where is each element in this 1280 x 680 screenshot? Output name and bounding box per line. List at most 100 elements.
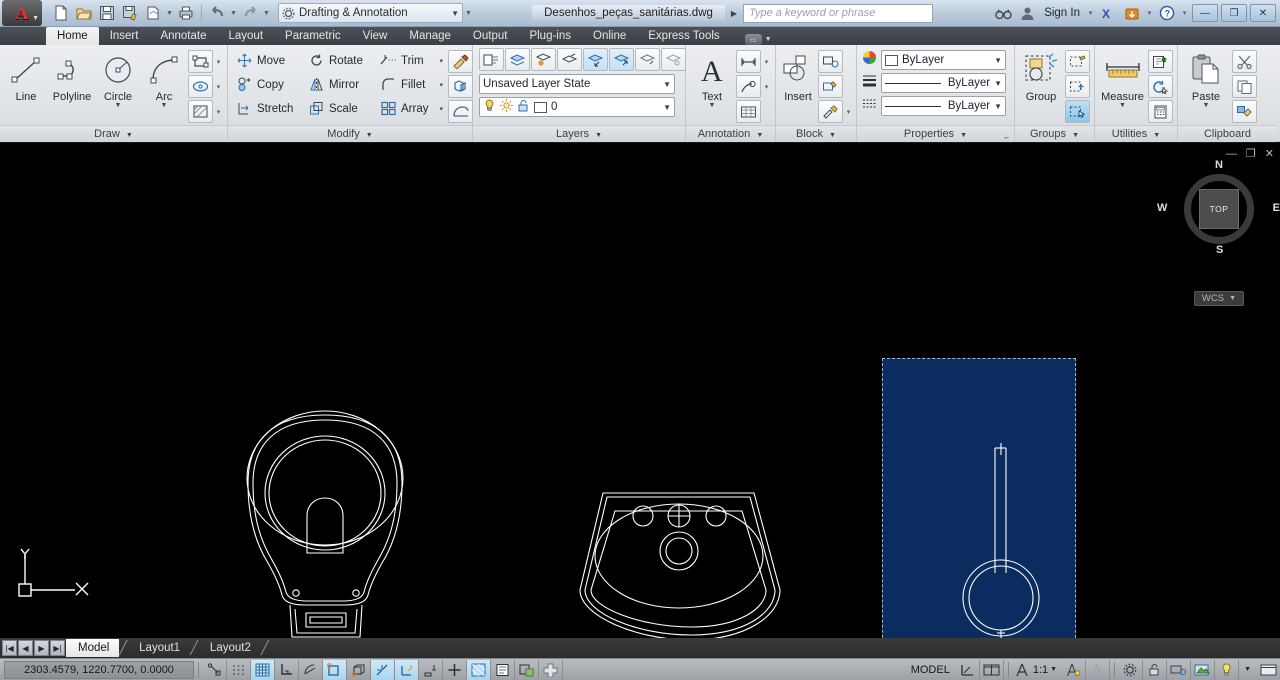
chevron-down-icon[interactable]: ▼ (1239, 666, 1256, 673)
cut-icon[interactable] (1232, 50, 1257, 73)
dynamic-input-icon[interactable] (443, 659, 467, 680)
color-swatch-icon[interactable] (534, 101, 547, 113)
chevron-down-icon[interactable]: ▾ (433, 57, 443, 65)
clipboard-paste-button[interactable]: Paste ▼ (1182, 48, 1230, 109)
quick-properties-icon[interactable] (515, 659, 539, 680)
color-combo[interactable]: ByLayer ▼ (881, 50, 1006, 70)
open-icon[interactable] (73, 2, 95, 24)
model-space-icon[interactable] (956, 659, 980, 680)
space-label[interactable]: MODEL (905, 664, 956, 676)
leader-icon[interactable] (736, 75, 761, 98)
chevron-down-icon[interactable]: ▼ (663, 103, 671, 112)
layer-make-current-icon[interactable] (609, 48, 634, 71)
define-attribute-icon[interactable] (818, 100, 843, 123)
chevron-down-icon[interactable]: ▼ (1119, 102, 1126, 109)
table-icon[interactable] (736, 100, 761, 123)
search-icon[interactable] (992, 2, 1014, 24)
object-snap-tracking-icon[interactable] (371, 659, 395, 680)
modify-rotate-button[interactable]: Rotate (304, 49, 374, 72)
quick-select-icon[interactable] (1148, 50, 1173, 73)
chevron-down-icon[interactable]: ▼ (829, 132, 836, 139)
dynamic-ucs-icon[interactable] (419, 659, 443, 680)
modify-stretch-button[interactable]: Stretch (232, 97, 302, 120)
modify-fillet-button[interactable]: Fillet ▾ (376, 73, 446, 96)
layer-isolate-icon[interactable] (505, 48, 530, 71)
modify-move-button[interactable]: Move (232, 49, 302, 72)
layer-off-icon[interactable] (557, 48, 582, 71)
annotation-text-button[interactable]: A Text ▼ (690, 48, 734, 109)
chevron-down-icon[interactable]: ▾ (433, 81, 443, 89)
window-close-button[interactable]: ✕ (1250, 4, 1276, 22)
modify-mirror-button[interactable]: Mirror (304, 73, 374, 96)
modify-trim-button[interactable]: Trim ▾ (376, 49, 446, 72)
selection-cycling-icon[interactable] (539, 659, 563, 680)
window-restore-button[interactable]: ❐ (1221, 4, 1247, 22)
layout-nav-next-icon[interactable]: ▶ (34, 640, 49, 656)
layer-freeze-icon[interactable] (531, 48, 556, 71)
unlock-icon[interactable] (517, 99, 530, 115)
draw-arc-button[interactable]: Arc ▼ (142, 48, 186, 109)
panel-title-annotation[interactable]: Annotation ▼ (686, 125, 775, 142)
panel-title-layers[interactable]: Layers ▼ (473, 125, 685, 142)
draw-polyline-button[interactable]: Polyline (50, 48, 94, 103)
grid-display-icon[interactable] (251, 659, 275, 680)
lightbulb-on-icon[interactable] (483, 99, 496, 115)
chevron-down-icon[interactable]: ▼ (994, 102, 1002, 111)
chevron-down-icon[interactable]: ▾ (433, 105, 443, 113)
workspace-switching-icon[interactable] (1119, 659, 1144, 680)
chevron-down-icon[interactable]: ▼ (994, 56, 1002, 65)
chevron-down-icon[interactable]: ▼ (595, 132, 602, 139)
chevron-down-icon[interactable]: ▼ (366, 132, 373, 139)
ribbon-tab-annotate[interactable]: Annotate (149, 27, 217, 45)
ribbon-collapse-icon[interactable]: ▭ (744, 34, 762, 45)
polar-tracking-icon[interactable] (299, 659, 323, 680)
group-edit-icon[interactable] (1065, 75, 1090, 98)
ribbon-tab-express-tools[interactable]: Express Tools (637, 27, 730, 45)
rectangle-icon[interactable] (188, 50, 213, 73)
chevron-down-icon[interactable]: ▼ (709, 102, 716, 109)
layout-tab-model[interactable]: Model (66, 639, 120, 657)
chevron-down-icon[interactable]: ▼ (663, 80, 671, 89)
lineweight-combo[interactable]: ByLayer ▼ (881, 73, 1006, 93)
ribbon-tab-home[interactable]: Home (46, 27, 99, 45)
allow-ucs-icon[interactable] (395, 659, 419, 680)
chevron-down-icon[interactable]: ▼ (126, 132, 133, 139)
transparency-icon[interactable] (491, 659, 515, 680)
layer-previous-icon[interactable] (583, 48, 608, 71)
panel-title-groups[interactable]: Groups ▼ (1015, 125, 1094, 142)
viewcube-south-label[interactable]: S (1216, 244, 1223, 256)
chevron-down-icon[interactable]: ▼ (994, 79, 1002, 88)
chevron-right-icon[interactable]: ▶ (731, 9, 737, 18)
ribbon-minimize-control[interactable]: ▭ ▼ (744, 34, 772, 45)
show-lineweight-icon[interactable] (467, 659, 491, 680)
viewcube[interactable]: TOP N S W E (1157, 159, 1280, 256)
chevron-down-icon[interactable]: ▼ (451, 9, 459, 18)
chevron-down-icon[interactable]: ▾ (762, 83, 771, 91)
viewcube-east-label[interactable]: E (1273, 202, 1280, 214)
chevron-down-icon[interactable]: ▼ (1153, 132, 1160, 139)
block-insert-button[interactable]: Insert (780, 48, 816, 103)
user-avatar-icon[interactable] (1016, 2, 1038, 24)
auto-scale-icon[interactable] (1086, 659, 1111, 680)
chevron-down-icon[interactable]: ▼ (1203, 102, 1210, 109)
chevron-down-icon[interactable]: ▼ (262, 10, 271, 17)
coordinates-display[interactable]: 2303.4579, 1220.7700, 0.0000 (4, 660, 194, 679)
edit-polyline-icon[interactable] (448, 100, 473, 123)
search-input[interactable]: Type a keyword or phrase (743, 3, 934, 23)
workspace-selector[interactable]: Drafting & Annotation ▼ (278, 3, 463, 23)
copy-clip-icon[interactable] (1232, 75, 1257, 98)
current-layer-combo[interactable]: 0 ▼ (479, 97, 675, 117)
chevron-down-icon[interactable]: ▾ (844, 108, 853, 116)
ucs-selector-button[interactable]: WCS ▼ (1193, 291, 1244, 306)
edit-attribute-icon[interactable] (818, 75, 843, 98)
chevron-down-icon[interactable]: ▼ (115, 102, 122, 109)
modify-copy-button[interactable]: Copy (232, 73, 302, 96)
autodesk-360-icon[interactable] (1121, 2, 1143, 24)
infer-constraints-icon[interactable] (203, 659, 227, 680)
chevron-down-icon[interactable]: ▾ (1145, 9, 1154, 17)
calculator-icon[interactable] (1148, 100, 1173, 123)
chevron-down-icon[interactable]: ▾ (1180, 9, 1189, 17)
new-icon[interactable] (50, 2, 72, 24)
chevron-down-icon[interactable]: ▼ (464, 10, 473, 17)
toolbar-lock-icon[interactable] (1143, 659, 1168, 680)
